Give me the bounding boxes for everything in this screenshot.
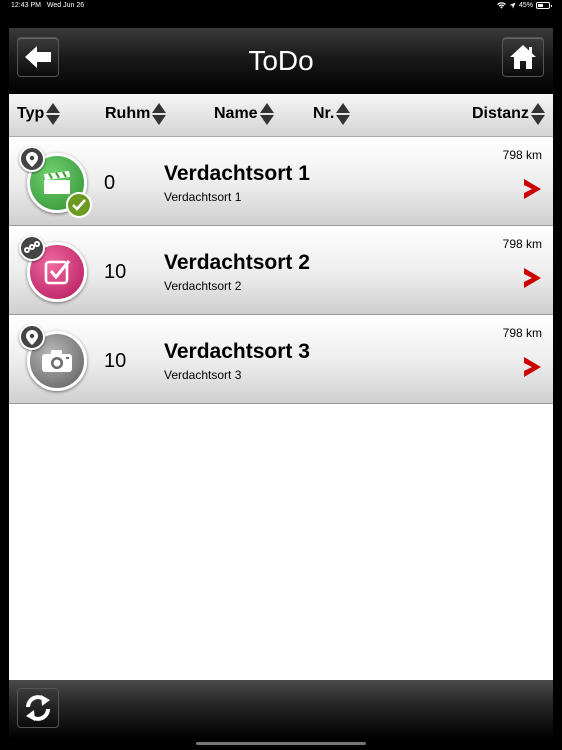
completed-check-icon [66, 192, 92, 218]
chevron-right-icon[interactable] [522, 267, 542, 289]
bottom-toolbar [9, 680, 553, 740]
sort-by-ruhm[interactable]: Ruhm [105, 103, 167, 125]
sort-by-distance[interactable]: Distanz [472, 103, 545, 125]
column-label-nr: Nr. [313, 105, 335, 122]
column-label-name: Name [214, 105, 258, 122]
item-subtitle: Verdachtsort 1 [164, 190, 242, 204]
refresh-button[interactable] [17, 688, 59, 728]
sort-by-number[interactable]: Nr. [313, 103, 351, 125]
item-name: Verdachtsort 1 [164, 162, 310, 185]
ruhm-value: 10 [104, 350, 127, 372]
item-distance: 798 km [502, 148, 542, 162]
item-subtitle: Verdachtsort 3 [164, 368, 242, 382]
item-distance: 798 km [502, 237, 542, 251]
home-icon [510, 45, 536, 69]
battery-icon [536, 2, 552, 9]
sort-by-type[interactable]: Typ [17, 103, 61, 125]
navigation-header: ToDo [9, 28, 553, 94]
item-name: Verdachtsort 2 [164, 251, 310, 274]
chevron-right-icon[interactable] [522, 178, 542, 200]
item-name: Verdachtsort 3 [164, 340, 310, 363]
status-date: Wed Jun 26 [46, 2, 85, 9]
multi-pin-icon [19, 235, 45, 261]
sort-arrows-icon [336, 103, 351, 125]
sort-arrows-icon [152, 103, 167, 125]
type-icon-group [19, 146, 92, 218]
battery-percentage: 45% [518, 2, 533, 9]
sort-arrows-icon [530, 103, 545, 125]
item-distance: 798 km [502, 326, 542, 340]
type-icon-group [19, 235, 89, 307]
sort-by-name[interactable]: Name [214, 103, 274, 125]
sort-arrows-icon [46, 103, 61, 125]
todo-row-1[interactable]: 0 Verdachtsort 1 Verdachtsort 1 798 km [9, 138, 553, 226]
item-subtitle: Verdachtsort 2 [164, 279, 242, 293]
app-frame: ToDo Typ Ruhm Name Nr. Distanz 0 Verdach… [9, 28, 553, 740]
status-bar: 12:43 PM Wed Jun 26 45% [0, 0, 562, 14]
status-time: 12:43 PM [11, 2, 41, 9]
type-icon-group [19, 324, 89, 396]
home-indicator[interactable] [196, 742, 366, 745]
ruhm-value: 10 [104, 261, 127, 283]
column-label-distanz: Distanz [472, 105, 529, 122]
map-pin-icon [19, 324, 45, 350]
column-label-ruhm: Ruhm [105, 105, 151, 122]
home-button[interactable] [502, 37, 544, 77]
wifi-icon [497, 2, 506, 9]
column-header-bar: Typ Ruhm Name Nr. Distanz [9, 94, 553, 137]
chevron-right-icon[interactable] [522, 356, 542, 378]
location-arrow-icon [509, 2, 516, 9]
sort-arrows-icon [259, 103, 274, 125]
refresh-icon [26, 695, 50, 721]
page-title: ToDo [248, 45, 314, 76]
ruhm-value: 0 [104, 172, 116, 194]
todo-row-3[interactable]: 10 Verdachtsort 3 Verdachtsort 3 798 km [9, 316, 553, 404]
map-pin-icon [19, 146, 45, 172]
column-label-typ: Typ [17, 105, 45, 122]
todo-row-2[interactable]: 10 Verdachtsort 2 Verdachtsort 2 798 km [9, 227, 553, 315]
